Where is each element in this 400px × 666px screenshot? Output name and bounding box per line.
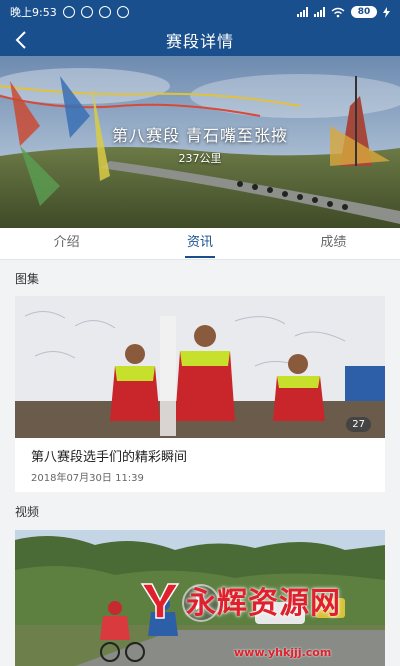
watermark: 永辉资源网 (138, 578, 341, 622)
alarm-icon (62, 6, 75, 18)
app-icon (116, 6, 129, 18)
stage-title: 第八赛段 青石嘴至张掖 (111, 126, 289, 145)
signal-2-icon (314, 7, 325, 17)
status-bar: 晚上9:53 80 (0, 0, 400, 24)
back-button[interactable] (10, 29, 32, 51)
wifi-icon (331, 7, 345, 17)
gallery-section-label: 图集 (15, 272, 40, 286)
charging-icon (383, 6, 390, 18)
battery-icon: 80 (351, 6, 377, 18)
watermark-logo-icon (140, 583, 180, 619)
gallery-card[interactable]: 27 第八赛段选手们的精彩瞬间 2018年07月30日 11:39 (15, 296, 385, 492)
chevron-left-icon (15, 31, 26, 49)
nav-bar: 赛段详情 (0, 24, 400, 56)
watermark-text: 永辉资源网 (186, 586, 341, 621)
tab-bar: 介绍 资讯 成绩 (0, 228, 400, 260)
gallery-caption: 第八赛段选手们的精彩瞬间 (31, 450, 188, 465)
video-section-label: 视频 (15, 505, 40, 519)
tab-intro[interactable]: 介绍 (0, 228, 133, 259)
photo-count-badge: 27 (346, 417, 371, 432)
stage-distance: 237公里 (178, 152, 222, 165)
signal-icon (297, 7, 308, 17)
page-title: 赛段详情 (165, 32, 234, 51)
watermark-url: www.yhkjjj.com (234, 646, 332, 659)
tab-news[interactable]: 资讯 (133, 228, 266, 259)
status-right: 80 (297, 6, 390, 18)
gallery-date: 2018年07月30日 11:39 (31, 473, 144, 484)
notification-icon (98, 6, 111, 18)
gallery-photo (15, 296, 385, 438)
stage-hero: 第八赛段 青石嘴至张掖 237公里 (0, 56, 400, 228)
mute-icon (80, 6, 93, 18)
gallery-image: 27 (15, 296, 385, 438)
status-left: 晚上9:53 (10, 4, 297, 20)
tab-results[interactable]: 成绩 (267, 228, 400, 259)
status-time: 晚上9:53 (10, 6, 57, 19)
